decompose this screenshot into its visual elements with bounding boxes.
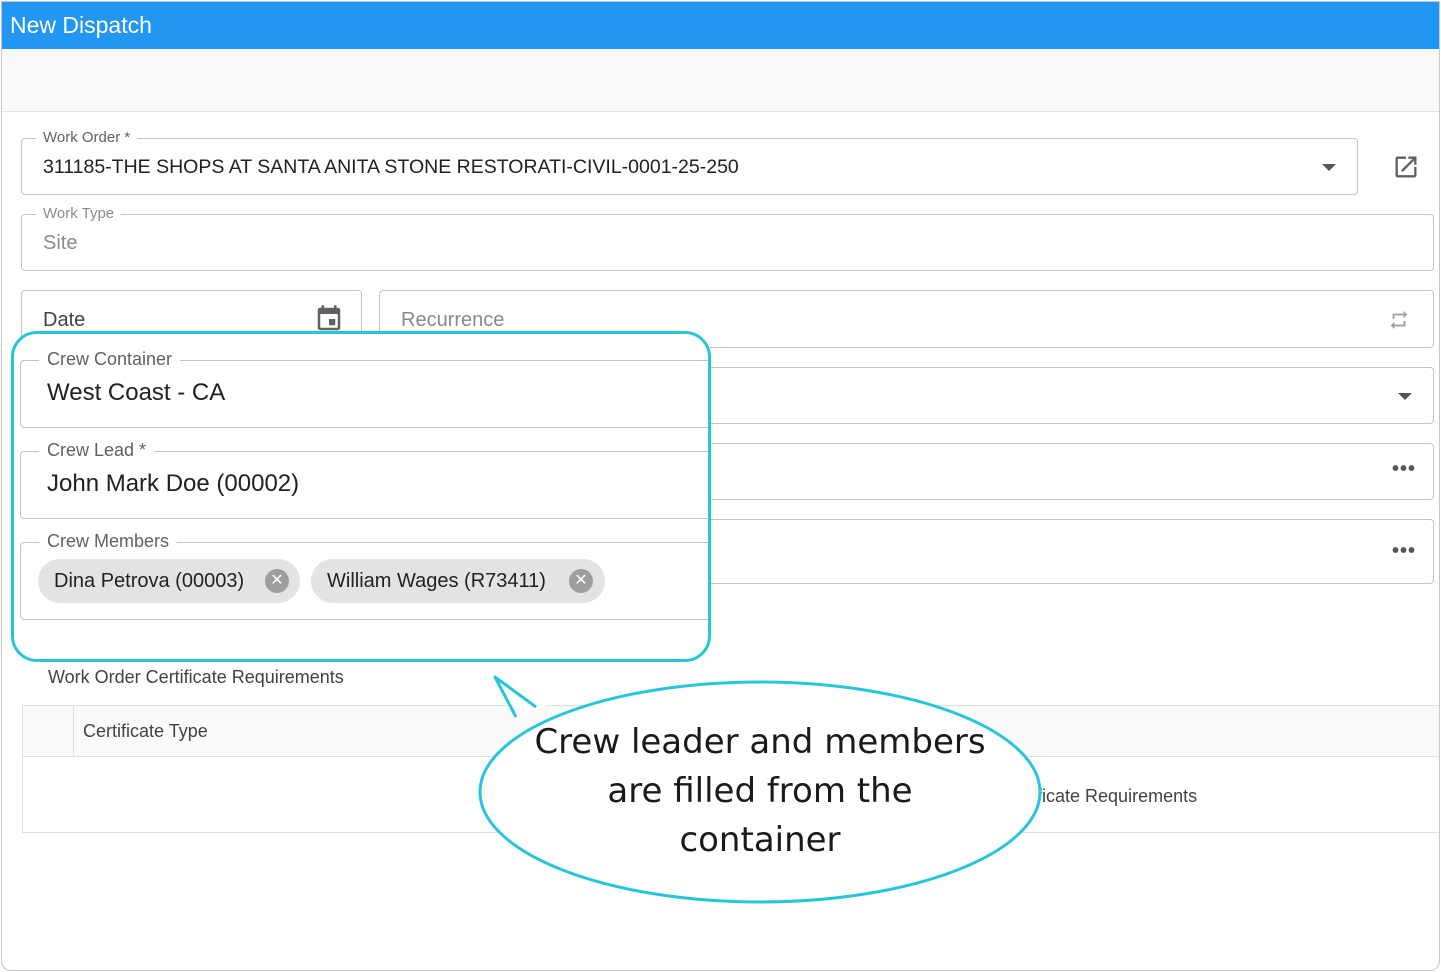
- crew-container-label: Crew Container: [39, 348, 181, 370]
- crew-members-label: Crew Members: [39, 530, 178, 552]
- chevron-down-icon: [1322, 164, 1336, 171]
- crew-member-chip[interactable]: William Wages (R73411) ✕: [311, 559, 605, 603]
- open-in-new-icon[interactable]: [1392, 153, 1420, 186]
- repeat-icon[interactable]: [1388, 309, 1410, 336]
- crew-lead-label: Crew Lead *: [39, 439, 155, 461]
- date-placeholder: Date: [43, 309, 86, 331]
- recurrence-placeholder: Recurrence: [401, 309, 505, 331]
- zoom-crew-members[interactable]: Crew Members Dina Petrova (00003) ✕ Will…: [20, 530, 708, 620]
- zoom-callout: Crew Container West Coast - CA Crew Lead…: [11, 331, 711, 662]
- toolbar: [2, 49, 1439, 112]
- zoom-crew-container[interactable]: Crew Container West Coast - CA: [20, 348, 708, 428]
- crew-container-value: West Coast - CA: [47, 379, 226, 406]
- chip-label: William Wages (R73411): [327, 570, 546, 592]
- crew-member-chip[interactable]: Dina Petrova (00003) ✕: [38, 559, 300, 603]
- close-circle-icon[interactable]: ✕: [265, 569, 289, 593]
- work-order-label: Work Order *: [36, 128, 138, 148]
- work-type-field: Work Type Site: [21, 204, 1434, 271]
- crew-lead-value: John Mark Doe (00002): [47, 470, 300, 497]
- bubble-line: Crew leader and members: [534, 722, 986, 762]
- work-order-value: 311185-THE SHOPS AT SANTA ANITA STONE RE…: [43, 156, 739, 178]
- window-title: New Dispatch: [2, 2, 1439, 49]
- column-certificate-type[interactable]: Certificate Type: [83, 721, 208, 742]
- more-horizontal-icon[interactable]: •••: [1392, 540, 1416, 563]
- work-order-select[interactable]: Work Order * 311185-THE SHOPS AT SANTA A…: [21, 128, 1358, 195]
- certificates-title: Work Order Certificate Requirements: [48, 667, 344, 687]
- close-circle-icon[interactable]: ✕: [569, 569, 593, 593]
- bubble-line: container: [679, 820, 841, 860]
- work-type-label: Work Type: [36, 204, 122, 224]
- chip-label: Dina Petrova (00003): [54, 570, 245, 592]
- bubble-text: Crew leader and members are filled from …: [500, 718, 1020, 865]
- select-column: [23, 706, 74, 757]
- work-type-value: Site: [43, 232, 78, 254]
- zoom-crew-lead[interactable]: Crew Lead * John Mark Doe (00002): [20, 439, 708, 519]
- chevron-down-icon: [1398, 393, 1412, 400]
- more-horizontal-icon[interactable]: •••: [1392, 458, 1416, 481]
- bubble-line: are filled from the: [607, 771, 913, 811]
